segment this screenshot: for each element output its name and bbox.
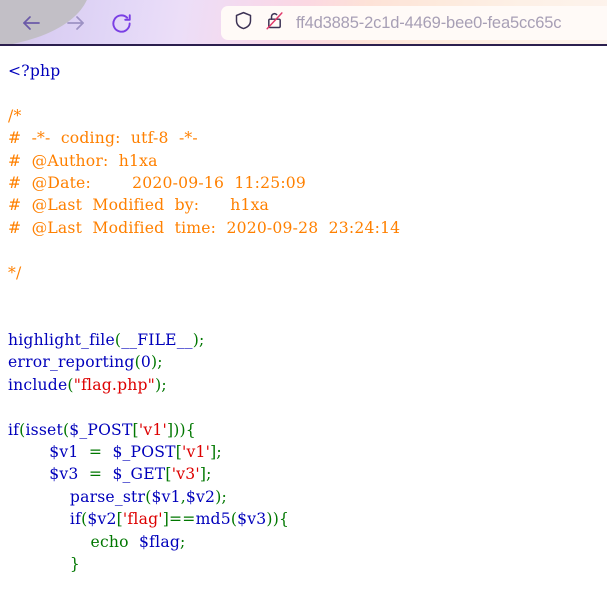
code-token: ); [150, 353, 163, 372]
code-line: if($v2['flag']==md5($v3)){ [8, 508, 607, 530]
code-token: if [8, 420, 20, 439]
code-token: )){ [266, 510, 290, 529]
code-line: } [8, 553, 607, 575]
code-line: $v1 = $_POST['v1']; [8, 441, 607, 463]
code-token: $_GET [112, 465, 166, 484]
code-token: 'flag' [122, 510, 163, 529]
code-line: if(isset($_POST['v1'])){ [8, 419, 607, 441]
browser-toolbar: ff4d3885-2c1d-4469-bee0-fea5cc65c [0, 0, 607, 46]
code-token: = [78, 442, 113, 461]
back-button[interactable] [16, 8, 46, 38]
code-line: error_reporting(0); [8, 351, 607, 373]
code-line: $v3 = $_GET['v3']; [8, 463, 607, 485]
code-token: 'v3' [171, 465, 200, 484]
code-token: # @Last Modified time: 2020-09-28 23:24:… [8, 218, 401, 237]
code-line: # @Author: h1xa [8, 150, 607, 172]
code-token: ); [192, 330, 205, 349]
code-token: ); [155, 375, 167, 394]
code-token: $v1 [151, 487, 181, 506]
arrow-right-icon [64, 11, 88, 35]
code-token: md5 [195, 510, 231, 529]
code-line: include("flag.php"); [8, 374, 607, 396]
code-token: $v3 [49, 465, 79, 484]
reload-button[interactable] [106, 8, 136, 38]
code-token: ]== [162, 510, 196, 529]
code-token: ); [215, 487, 227, 506]
code-line: echo $flag; [8, 531, 607, 553]
code-token: echo [90, 532, 129, 551]
code-token: $v2 [87, 510, 117, 529]
code-token: /* [8, 106, 22, 125]
code-token: $v3 [237, 510, 267, 529]
code-token: */ [8, 263, 22, 282]
arrow-left-icon [19, 11, 43, 35]
code-token: $_POST [112, 442, 176, 461]
code-token: 'v1' [138, 420, 167, 439]
code-line: # @Date: 2020-09-16 11:25:09 [8, 172, 607, 194]
code-line: */ [8, 262, 607, 284]
forward-button[interactable] [61, 8, 91, 38]
code-token: parse_str [69, 487, 146, 506]
code-token: <?php [8, 62, 61, 80]
code-line: # @Last Modified by: h1xa [8, 194, 607, 216]
code-token: # @Date: 2020-09-16 11:25:09 [8, 174, 307, 193]
code-token: = [78, 465, 113, 484]
code-line: parse_str($v1,$v2); [8, 486, 607, 508]
url-text[interactable]: ff4d3885-2c1d-4469-bee0-fea5cc65c [296, 14, 561, 33]
code-token: # @Author: h1xa [8, 151, 158, 170]
code-token: highlight_file [8, 330, 115, 349]
code-token: isset [25, 420, 63, 439]
code-token: 'v1' [182, 442, 211, 461]
code-line: <?php [8, 60, 607, 82]
code-token: $v2 [185, 487, 216, 506]
code-token: if [69, 510, 82, 529]
code-token: $v1 [49, 442, 79, 461]
code-token: include [8, 375, 68, 394]
code-token: $flag [139, 532, 181, 551]
reload-icon [110, 12, 133, 35]
code-token: ]; [199, 465, 212, 484]
code-token: ])){ [166, 420, 196, 439]
code-line: /* [8, 105, 607, 127]
code-token: $_POST [69, 420, 133, 439]
code-token: # -*- coding: utf-8 -*- [8, 129, 198, 148]
address-bar[interactable]: ff4d3885-2c1d-4469-bee0-fea5cc65c [221, 6, 607, 40]
code-token: "flag.php" [73, 375, 156, 394]
code-line: # -*- coding: utf-8 -*- [8, 127, 607, 149]
code-token: ; [180, 532, 186, 551]
code-token: # @Last Modified by: h1xa [8, 196, 270, 215]
shield-icon[interactable] [233, 10, 254, 36]
insecure-lock-icon[interactable] [264, 10, 285, 36]
code-token: 0 [140, 353, 151, 372]
code-line: highlight_file(__FILE__); [8, 329, 607, 351]
php-source-listing: <?php /* # -*- coding: utf-8 -*- # @Author… [0, 46, 607, 575]
code-token: __FILE__ [121, 330, 193, 349]
code-token: } [8, 554, 81, 573]
code-token: ]; [210, 442, 222, 461]
code-token: error_reporting [8, 353, 135, 372]
code-line: # @Last Modified time: 2020-09-28 23:24:… [8, 217, 607, 239]
